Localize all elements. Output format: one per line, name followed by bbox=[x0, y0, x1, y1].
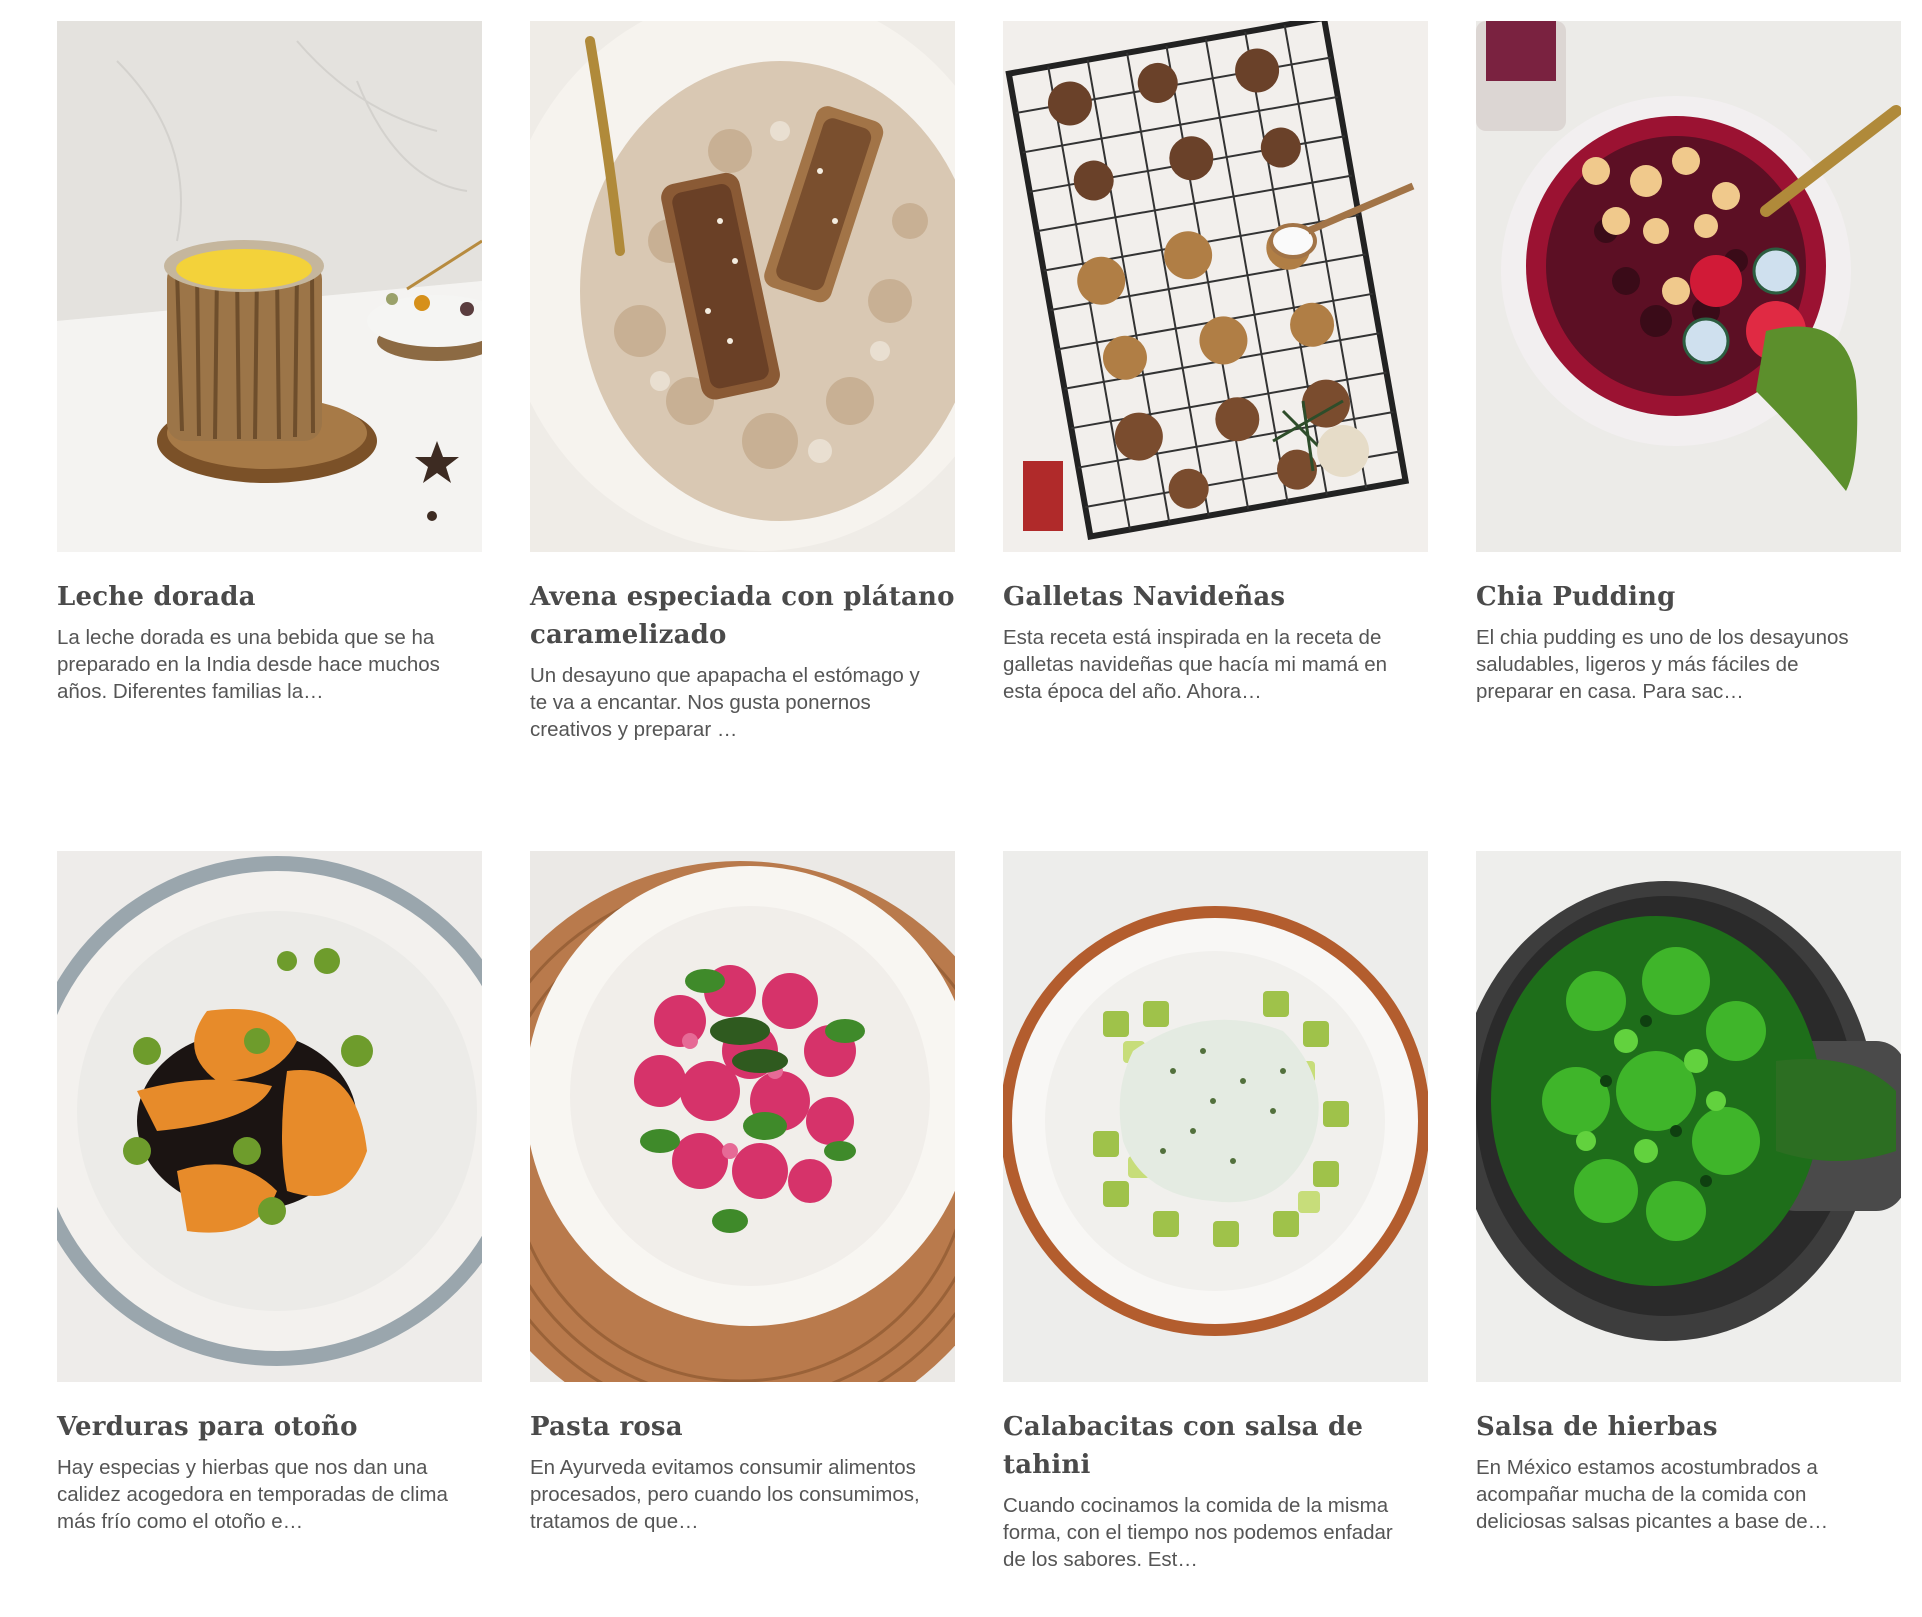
recipe-image[interactable] bbox=[530, 21, 955, 552]
recipe-card[interactable]: Calabacitas con salsa de tahini Cuando c… bbox=[1003, 851, 1428, 1617]
recipe-card[interactable]: Verduras para otoño Hay especias y hierb… bbox=[57, 851, 482, 1617]
recipe-excerpt: Un desayuno que apapacha el estómago y t… bbox=[530, 664, 920, 741]
recipe-title[interactable]: Leche dorada bbox=[57, 578, 482, 616]
recipe-excerpt: La leche dorada es una bebida que se ha … bbox=[57, 626, 440, 703]
recipe-image[interactable] bbox=[1003, 21, 1428, 552]
recipe-image[interactable] bbox=[57, 851, 482, 1382]
recipe-title[interactable]: Pasta rosa bbox=[530, 1408, 955, 1446]
recipe-title[interactable]: Chia Pudding bbox=[1476, 578, 1901, 616]
recipe-title[interactable]: Avena especiada con plátano caramelizado bbox=[530, 578, 955, 654]
recipe-card[interactable]: Avena especiada con plátano caramelizado… bbox=[530, 21, 955, 787]
recipe-card[interactable]: Chia Pudding El chia pudding es uno de l… bbox=[1476, 21, 1901, 787]
recipe-card[interactable]: Salsa de hierbas En México estamos acost… bbox=[1476, 851, 1901, 1617]
recipe-title[interactable]: Calabacitas con salsa de tahini bbox=[1003, 1408, 1428, 1484]
recipe-image[interactable] bbox=[1476, 21, 1901, 552]
recipe-image[interactable] bbox=[57, 21, 482, 552]
recipe-excerpt: En México estamos acostumbrados a acompa… bbox=[1476, 1456, 1829, 1533]
recipe-excerpt: Hay especias y hierbas que nos dan una c… bbox=[57, 1456, 448, 1533]
recipe-title[interactable]: Galletas Navideñas bbox=[1003, 578, 1428, 616]
recipe-excerpt: En Ayurveda evitamos consumir alimentos … bbox=[530, 1456, 920, 1533]
recipe-card[interactable]: Leche dorada La leche dorada es una bebi… bbox=[57, 21, 482, 787]
recipe-title[interactable]: Verduras para otoño bbox=[57, 1408, 482, 1446]
recipe-image[interactable] bbox=[530, 851, 955, 1382]
recipe-image[interactable] bbox=[1003, 851, 1428, 1382]
recipe-title[interactable]: Salsa de hierbas bbox=[1476, 1408, 1901, 1446]
recipe-grid: Leche dorada La leche dorada es una bebi… bbox=[57, 21, 1903, 1617]
recipe-card[interactable]: Galletas Navideñas Esta receta está insp… bbox=[1003, 21, 1428, 787]
recipe-excerpt: El chia pudding es uno de los desayunos … bbox=[1476, 626, 1849, 703]
recipe-image[interactable] bbox=[1476, 851, 1901, 1382]
recipe-excerpt: Cuando cocinamos la comida de la misma f… bbox=[1003, 1494, 1393, 1571]
recipe-excerpt: Esta receta está inspirada en la receta … bbox=[1003, 626, 1388, 703]
recipe-card[interactable]: Pasta rosa En Ayurveda evitamos consumir… bbox=[530, 851, 955, 1617]
